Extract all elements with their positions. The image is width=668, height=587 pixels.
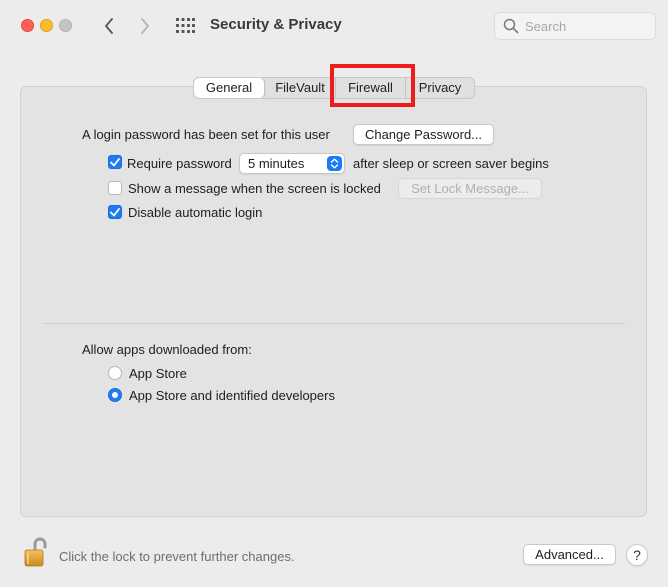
lock-status-text: Click the lock to prevent further change… bbox=[59, 549, 295, 564]
zoom-window-button[interactable] bbox=[59, 19, 72, 32]
disable-auto-login-label: Disable automatic login bbox=[128, 205, 263, 220]
tab-content-panel bbox=[20, 86, 647, 517]
close-window-button[interactable] bbox=[21, 19, 34, 32]
help-button[interactable]: ? bbox=[626, 544, 648, 566]
up-down-chevron-icon bbox=[327, 156, 342, 171]
after-sleep-text: after sleep or screen saver begins bbox=[353, 156, 549, 171]
section-divider bbox=[42, 323, 625, 324]
disable-auto-login-checkbox[interactable] bbox=[108, 205, 122, 219]
require-password-checkbox[interactable] bbox=[108, 155, 122, 169]
show-all-button[interactable] bbox=[175, 17, 195, 35]
forward-button[interactable] bbox=[134, 14, 156, 38]
chevron-left-icon bbox=[105, 18, 113, 34]
radio-app-store-label: App Store bbox=[129, 366, 187, 381]
title-bar: Security & Privacy bbox=[0, 0, 668, 52]
search-input[interactable] bbox=[525, 18, 645, 34]
window-title: Security & Privacy bbox=[210, 16, 342, 33]
search-field[interactable] bbox=[494, 12, 656, 40]
search-icon bbox=[503, 18, 519, 34]
set-lock-message-button[interactable]: Set Lock Message... bbox=[398, 178, 542, 199]
radio-app-store-identified[interactable] bbox=[108, 388, 122, 402]
radio-app-store[interactable] bbox=[108, 366, 122, 380]
allow-apps-heading: Allow apps downloaded from: bbox=[82, 342, 252, 357]
firewall-highlight-box bbox=[330, 64, 415, 107]
back-button[interactable] bbox=[98, 14, 120, 38]
checkmark-icon bbox=[110, 157, 120, 166]
password-delay-select[interactable]: 5 minutes bbox=[239, 153, 345, 174]
show-message-checkbox[interactable] bbox=[108, 181, 122, 195]
change-password-button[interactable]: Change Password... bbox=[353, 124, 494, 145]
password-delay-value: 5 minutes bbox=[248, 156, 305, 171]
chevron-right-icon bbox=[141, 18, 149, 34]
unlocked-padlock-icon[interactable] bbox=[24, 536, 48, 568]
tab-privacy[interactable]: Privacy bbox=[406, 78, 474, 98]
login-password-text: A login password has been set for this u… bbox=[82, 127, 330, 142]
radio-app-store-identified-label: App Store and identified developers bbox=[129, 388, 335, 403]
tab-general[interactable]: General bbox=[194, 78, 265, 98]
minimize-window-button[interactable] bbox=[40, 19, 53, 32]
show-message-label: Show a message when the screen is locked bbox=[128, 181, 381, 196]
tab-filevault[interactable]: FileVault bbox=[265, 78, 336, 98]
security-privacy-window: Security & Privacy General FileVault Fir… bbox=[0, 0, 668, 587]
checkmark-icon bbox=[110, 207, 120, 216]
advanced-button[interactable]: Advanced... bbox=[523, 544, 616, 565]
require-password-label: Require password bbox=[127, 156, 232, 171]
grid-icon bbox=[176, 18, 195, 33]
